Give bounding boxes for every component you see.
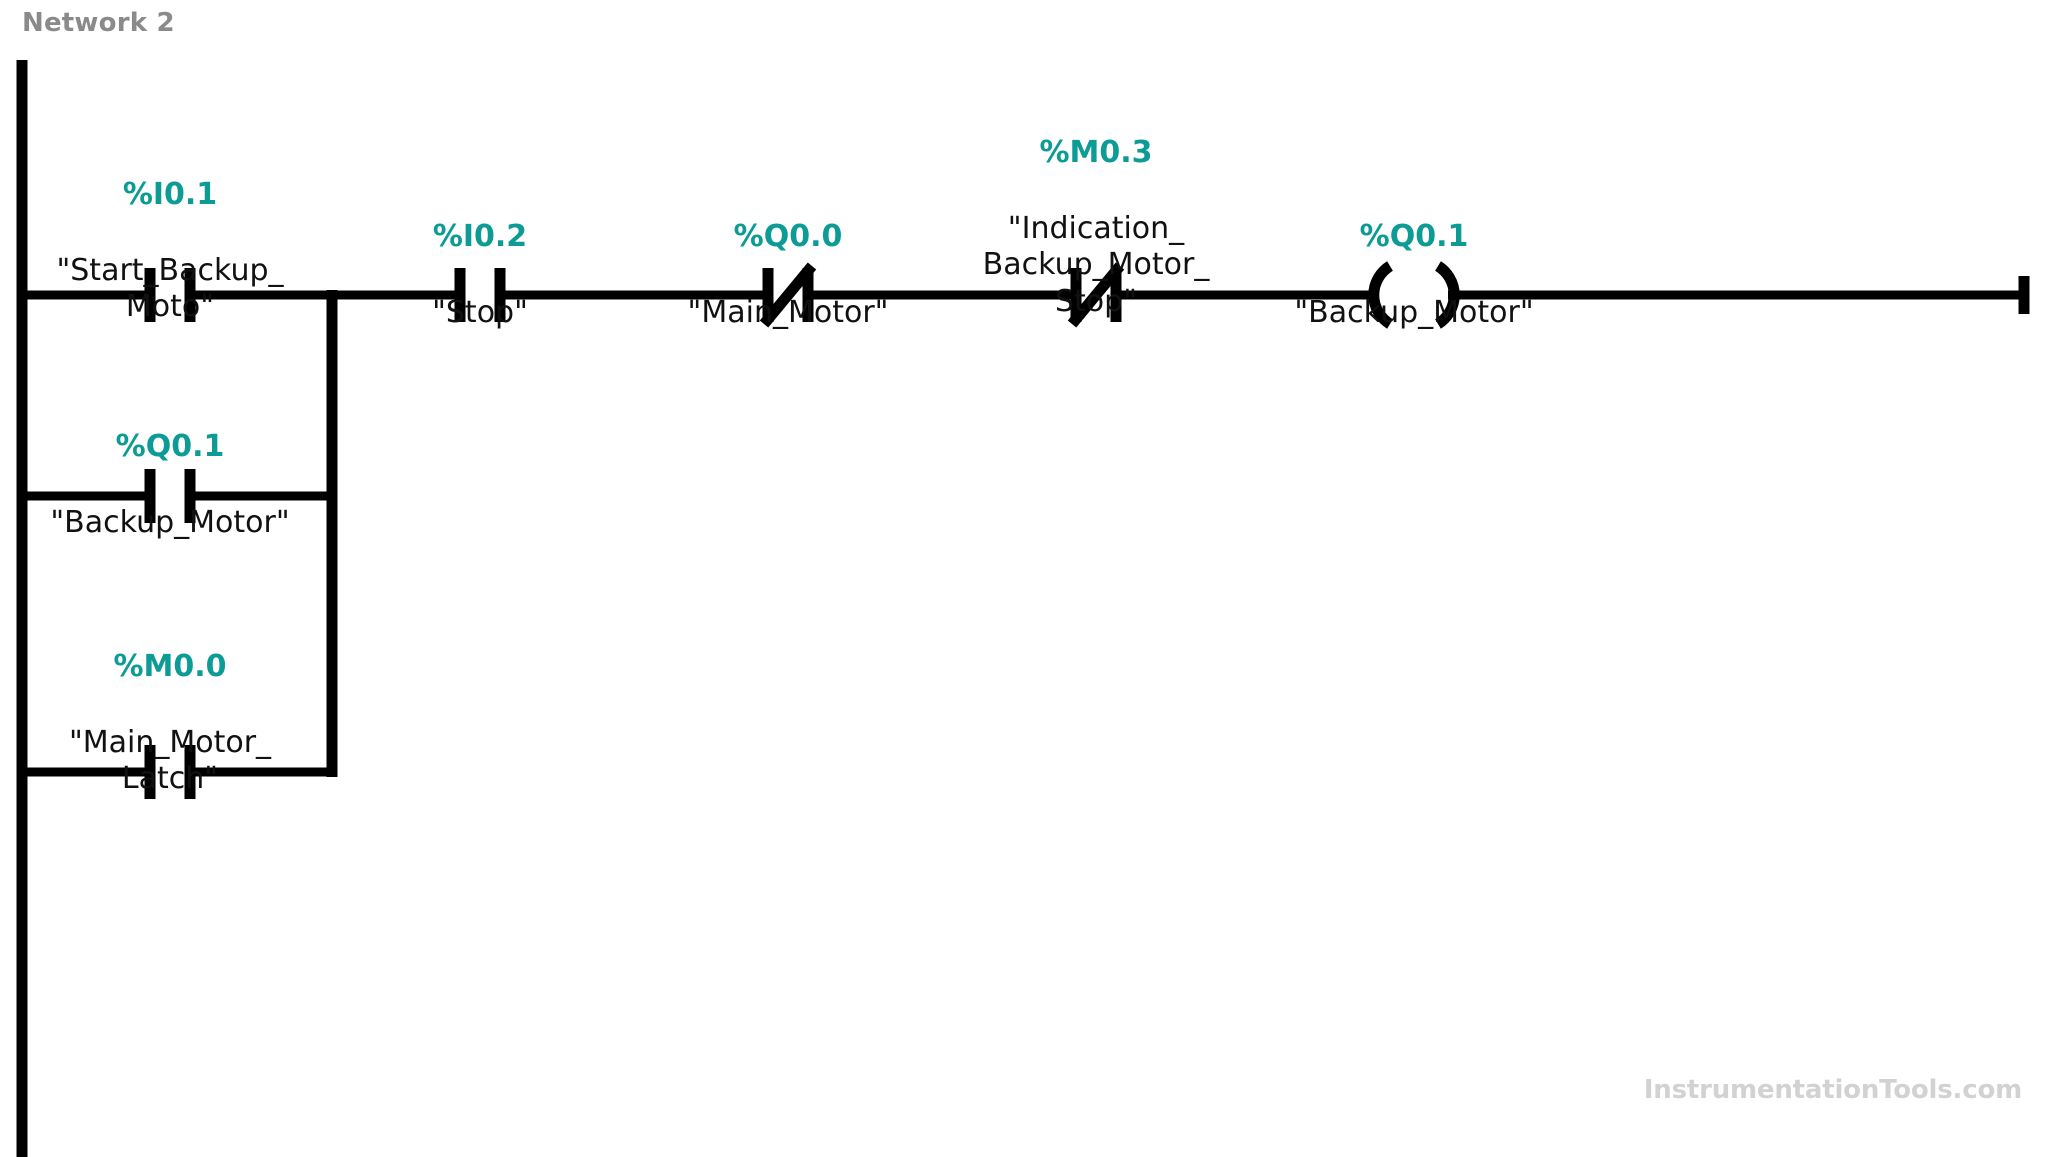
symbol-backup-motor-seal: "Backup_Motor"	[50, 504, 290, 540]
symbol-backup-motor-coil: "Backup_Motor"	[1294, 294, 1534, 330]
symbol-main-motor: "Main_Motor"	[687, 294, 889, 330]
symbol-start-backup: "Start_Backup_ Moto"	[56, 252, 284, 325]
address-indication-backup-motor-stop: %M0.3	[1039, 135, 1153, 171]
label-indication-backup-motor-stop: %M0.3 "Indication_ Backup_Motor_ Stop"	[946, 96, 1246, 340]
label-backup-motor-seal: %Q0.1 "Backup_Motor"	[20, 390, 320, 561]
label-stop: %I0.2 "Stop"	[330, 180, 630, 351]
label-main-motor-latch: %M0.0 "Main_Motor_ Latch"	[20, 610, 320, 817]
address-backup-motor-seal: %Q0.1	[115, 429, 225, 465]
address-backup-motor-coil: %Q0.1	[1359, 219, 1469, 255]
label-start-backup: %I0.1 "Start_Backup_ Moto"	[20, 138, 320, 345]
address-stop: %I0.2	[432, 219, 528, 255]
symbol-main-motor-latch: "Main_Motor_ Latch"	[68, 724, 272, 797]
address-main-motor: %Q0.0	[733, 219, 843, 255]
label-main-motor: %Q0.0 "Main_Motor"	[638, 180, 938, 351]
address-start-backup: %I0.1	[122, 177, 218, 213]
site-watermark: InstrumentationTools.com	[1643, 1075, 2022, 1105]
symbol-indication-backup-motor-stop: "Indication_ Backup_Motor_ Stop"	[982, 210, 1210, 319]
label-backup-motor-coil: %Q0.1 "Backup_Motor"	[1264, 180, 1564, 351]
symbol-stop: "Stop"	[432, 294, 528, 330]
address-main-motor-latch: %M0.0	[113, 649, 227, 685]
